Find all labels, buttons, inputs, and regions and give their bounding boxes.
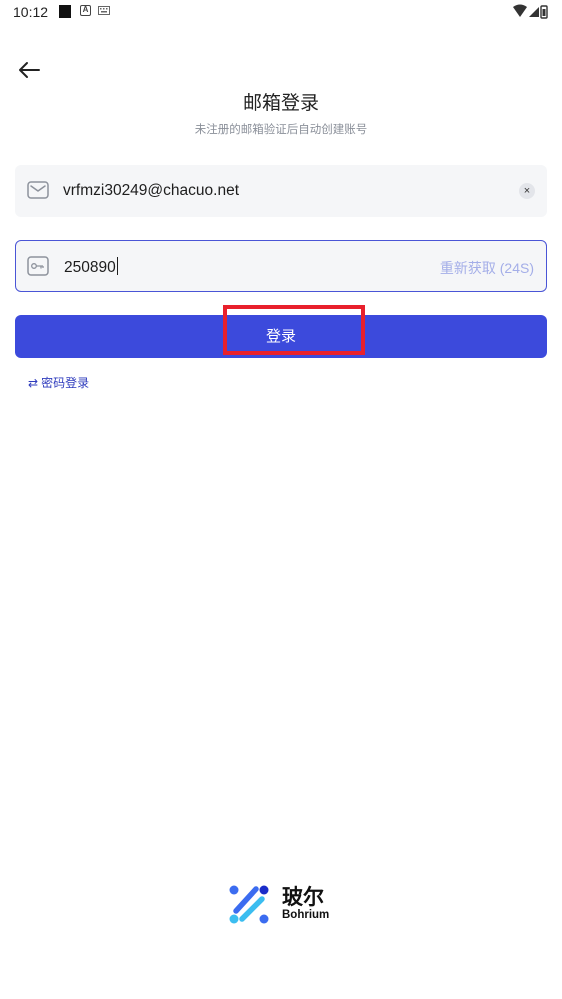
brand: 玻尔 Bohrium <box>228 881 348 927</box>
email-field[interactable]: vrfmzi30249@chacuo.net × <box>15 165 547 217</box>
mail-icon <box>27 181 49 199</box>
back-button[interactable] <box>16 58 44 84</box>
brand-name-cn: 玻尔 <box>282 886 324 909</box>
text-caret <box>116 257 119 275</box>
password-login-link[interactable]: ⇄ 密码登录 <box>28 374 89 391</box>
swap-icon: ⇄ <box>28 376 39 390</box>
status-time: 10:12 <box>13 4 49 20</box>
arrow-left-icon <box>19 62 40 78</box>
a-icon: A <box>80 5 91 16</box>
notification-square-icon <box>59 5 71 18</box>
brand-name-en: Bohrium <box>282 909 330 921</box>
login-screen: 10:12 A 邮箱登录 未注册的邮箱验证后自动创建账号 vrfmzi30249… <box>0 0 562 999</box>
page-subtitle: 未注册的邮箱验证后自动创建账号 <box>194 124 368 136</box>
key-icon <box>27 256 49 276</box>
verification-code-field[interactable]: 250890 重新获取 (24S) <box>15 240 547 292</box>
status-bar: 10:12 A <box>0 0 562 26</box>
clear-email-button[interactable]: × <box>519 183 535 199</box>
highlight-annotation <box>223 305 365 355</box>
password-login-label: 密码登录 <box>41 376 90 390</box>
bohrium-logo-icon <box>229 885 269 924</box>
keyboard-icon <box>98 6 110 15</box>
wifi-icon <box>513 4 527 17</box>
email-value: vrfmzi30249@chacuo.net <box>63 182 239 199</box>
page-title: 邮箱登录 <box>242 93 319 114</box>
code-value: 250890 <box>64 257 119 277</box>
status-right-icons <box>513 4 548 19</box>
signal-icon <box>529 7 539 17</box>
resend-code-button[interactable]: 重新获取 (24S) <box>440 258 534 278</box>
